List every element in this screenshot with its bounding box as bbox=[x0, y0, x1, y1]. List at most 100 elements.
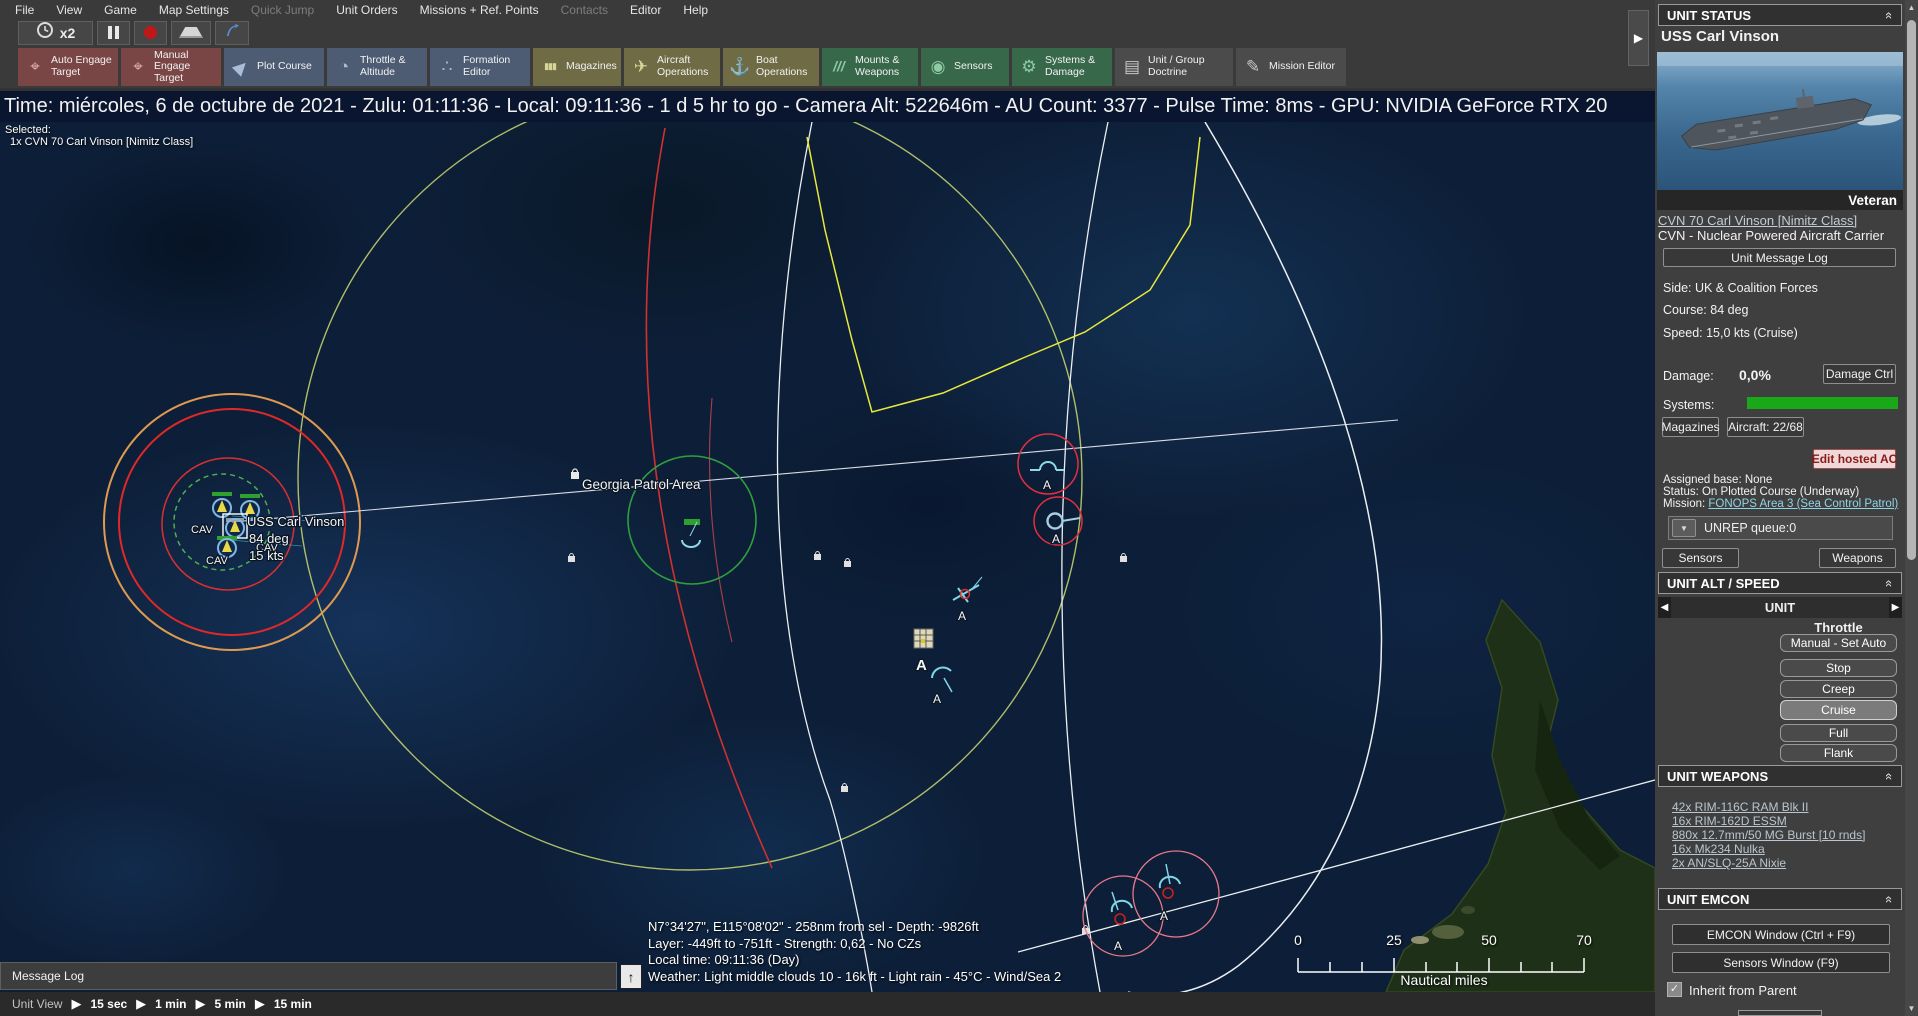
tactical-map[interactable]: Georgia Patrol Area bbox=[0, 122, 1655, 992]
menu-help[interactable]: Help bbox=[672, 1, 719, 19]
throttle-stop-button[interactable]: Stop bbox=[1780, 659, 1897, 677]
time-step-1min[interactable]: 1 min bbox=[155, 997, 186, 1011]
tab-next-button[interactable]: ▶ bbox=[1889, 597, 1902, 618]
throttle-flank-button[interactable]: Flank bbox=[1780, 744, 1897, 762]
unit-class-link[interactable]: CVN 70 Carl Vinson [Nimitz Class] bbox=[1658, 213, 1857, 228]
status-line: Status: On Plotted Course (Underway) bbox=[1663, 486, 1859, 498]
sensors-window-button[interactable]: Sensors Window (F9) bbox=[1672, 952, 1890, 973]
unit-weapons-header[interactable]: UNIT WEAPONS « bbox=[1658, 765, 1902, 787]
aircraft-button[interactable]: Aircraft: 22/68 bbox=[1727, 417, 1804, 437]
unrep-dropdown[interactable]: ▼ UNREP queue:0 bbox=[1668, 516, 1893, 540]
menu-map-settings[interactable]: Map Settings bbox=[148, 1, 240, 19]
scroll-up-icon[interactable]: ▲ bbox=[1905, 3, 1918, 12]
contact-surface-1[interactable]: A bbox=[1018, 434, 1078, 494]
play-arrow-icon[interactable]: ▶ bbox=[71, 996, 81, 1012]
contact-surface-2[interactable]: A bbox=[1034, 497, 1082, 546]
toolbar-throttle-altitude[interactable]: ◔Throttle & Altitude bbox=[327, 48, 427, 86]
inherit-from-parent-checkbox[interactable]: ✓ bbox=[1667, 982, 1682, 997]
contact-installation[interactable]: A bbox=[914, 629, 933, 674]
svg-text:CAV: CAV bbox=[191, 524, 213, 536]
menu-missions-ref-points[interactable]: Missions + Ref. Points bbox=[409, 1, 550, 19]
pause-button[interactable] bbox=[97, 21, 130, 45]
emcon-window-button[interactable]: EMCON Window (Ctrl + F9) bbox=[1672, 924, 1890, 945]
toolbar-formation-editor[interactable]: ∴Formation Editor bbox=[430, 48, 530, 86]
play-arrow-icon[interactable]: ▶ bbox=[255, 996, 265, 1012]
throttle-creep-button[interactable]: Creep bbox=[1780, 680, 1897, 698]
menu-file[interactable]: File bbox=[4, 1, 45, 19]
escort-ship-symbol[interactable] bbox=[212, 492, 232, 517]
sidebar-scrollbar[interactable]: ▲ ▼ bbox=[1905, 0, 1918, 1016]
sensors-button[interactable]: Sensors bbox=[1662, 548, 1739, 568]
svg-text:A: A bbox=[958, 609, 966, 623]
toolbar-sensors[interactable]: ◉Sensors bbox=[921, 48, 1009, 86]
menu-unit-orders[interactable]: Unit Orders bbox=[325, 1, 408, 19]
toolbar-plot-course[interactable]: ▶Plot Course bbox=[224, 48, 324, 86]
unit-alt-speed-header[interactable]: UNIT ALT / SPEED « bbox=[1658, 572, 1902, 594]
message-log-bar[interactable]: Message Log bbox=[0, 962, 617, 990]
contact-air-1[interactable]: A bbox=[953, 577, 982, 623]
magazines-button[interactable]: Magazines bbox=[1662, 417, 1719, 437]
pointer-jump-button[interactable] bbox=[215, 21, 249, 45]
svg-text:A: A bbox=[933, 692, 941, 706]
play-arrow-icon[interactable]: ▶ bbox=[196, 996, 206, 1012]
weapon-link-ram[interactable]: 42x RIM-116C RAM Blk II bbox=[1672, 800, 1808, 814]
unit-message-log-button[interactable]: Unit Message Log bbox=[1663, 248, 1896, 267]
record-button[interactable] bbox=[134, 21, 167, 45]
scroll-down-icon[interactable]: ▼ bbox=[1905, 1004, 1918, 1013]
view-mode-label[interactable]: Unit View bbox=[12, 997, 62, 1011]
carrier-symbol-selected[interactable] bbox=[223, 514, 247, 538]
unit-emcon-header[interactable]: UNIT EMCON « bbox=[1658, 888, 1902, 910]
menu-game[interactable]: Game bbox=[93, 1, 148, 19]
edit-hosted-ac-button[interactable]: Edit hosted AC bbox=[1813, 449, 1896, 469]
camera-view-button[interactable] bbox=[171, 21, 211, 45]
tab-unit-label[interactable]: UNIT bbox=[1658, 600, 1902, 615]
cursor-info-block: N7°34'27", E115°08'02" - 258nm from sel … bbox=[648, 919, 1061, 985]
partial-button-sliver[interactable] bbox=[1738, 1010, 1822, 1016]
expand-message-log-button[interactable]: ↑ bbox=[620, 964, 642, 989]
inherit-from-parent-label: Inherit from Parent bbox=[1689, 983, 1797, 998]
toolbar-mission-editor[interactable]: ✎Mission Editor bbox=[1236, 48, 1346, 86]
weapon-link-nulka[interactable]: 16x Mk234 Nulka bbox=[1672, 842, 1765, 856]
georgia-patrol-station[interactable] bbox=[628, 456, 756, 584]
manual-engage-target-icon: ⌖ bbox=[127, 58, 149, 77]
selected-block: Selected: 1x CVN 70 Carl Vinson [Nimitz … bbox=[5, 124, 193, 148]
unrep-label: UNREP queue:0 bbox=[1704, 521, 1796, 535]
mission-link[interactable]: FONOPS Area 3 (Sea Control Patrol) bbox=[1708, 498, 1898, 510]
scrollbar-thumb[interactable] bbox=[1907, 20, 1916, 560]
sidebar-collapse-handle[interactable]: ▶ bbox=[1628, 10, 1649, 66]
weapon-link-mg[interactable]: 880x 12.7mm/50 MG Burst [10 rnds] bbox=[1672, 828, 1865, 842]
contact-unknown-arc[interactable]: A bbox=[932, 668, 952, 706]
toolbar-auto-engage-target[interactable]: ⌖Auto Engage Target bbox=[18, 48, 118, 86]
throttle-manual-auto-button[interactable]: Manual - Set Auto bbox=[1780, 634, 1897, 652]
escort-ship-symbol[interactable] bbox=[217, 536, 237, 557]
weapons-button[interactable]: Weapons bbox=[1819, 548, 1896, 568]
weapon-link-essm[interactable]: 16x RIM-162D ESSM bbox=[1672, 814, 1787, 828]
scale-tick: 0 bbox=[1294, 932, 1302, 948]
toolbar-manual-engage-target[interactable]: ⌖Manual Engage Target bbox=[121, 48, 221, 86]
toolbar-systems-damage[interactable]: ⚙Systems & Damage bbox=[1012, 48, 1112, 86]
time-compression-button[interactable]: x2 bbox=[18, 21, 93, 45]
time-step-15min[interactable]: 15 min bbox=[274, 997, 312, 1011]
georgia-area-label[interactable]: Georgia Patrol Area bbox=[571, 469, 701, 492]
menu-editor[interactable]: Editor bbox=[619, 1, 672, 19]
collapse-chevron-icon: « bbox=[1882, 579, 1897, 586]
dropdown-arrow-icon[interactable]: ▼ bbox=[1672, 519, 1696, 537]
weapon-link-nixie[interactable]: 2x AN/SLQ-25A Nixie bbox=[1672, 856, 1786, 870]
toolbar-label: Aircraft Operations bbox=[657, 55, 714, 78]
damage-ctrl-button[interactable]: Damage Ctrl bbox=[1823, 364, 1896, 384]
toolbar-mounts-weapons[interactable]: ///Mounts & Weapons bbox=[822, 48, 918, 86]
time-step-15sec[interactable]: 15 sec bbox=[90, 997, 127, 1011]
toolbar-magazines[interactable]: ▮▮▮Magazines bbox=[533, 48, 621, 86]
play-arrow-icon[interactable]: ▶ bbox=[136, 996, 146, 1012]
menu-view[interactable]: View bbox=[45, 1, 93, 19]
reference-point-locks[interactable] bbox=[568, 552, 1127, 935]
time-step-5min[interactable]: 5 min bbox=[215, 997, 246, 1011]
throttle-cruise-button[interactable]: Cruise bbox=[1780, 700, 1897, 720]
toolbar-boat-operations[interactable]: ⚓Boat Operations bbox=[723, 48, 819, 86]
toolbar-unit-group-doctrine[interactable]: ▤Unit / Group Doctrine bbox=[1115, 48, 1233, 86]
toolbar-aircraft-operations[interactable]: ✈Aircraft Operations bbox=[624, 48, 720, 86]
throttle-full-button[interactable]: Full bbox=[1780, 724, 1897, 742]
experience-badge: Veteran bbox=[1848, 193, 1897, 208]
toolbar-label: Boat Operations bbox=[756, 55, 813, 78]
unit-status-header[interactable]: UNIT STATUS « bbox=[1658, 4, 1902, 26]
